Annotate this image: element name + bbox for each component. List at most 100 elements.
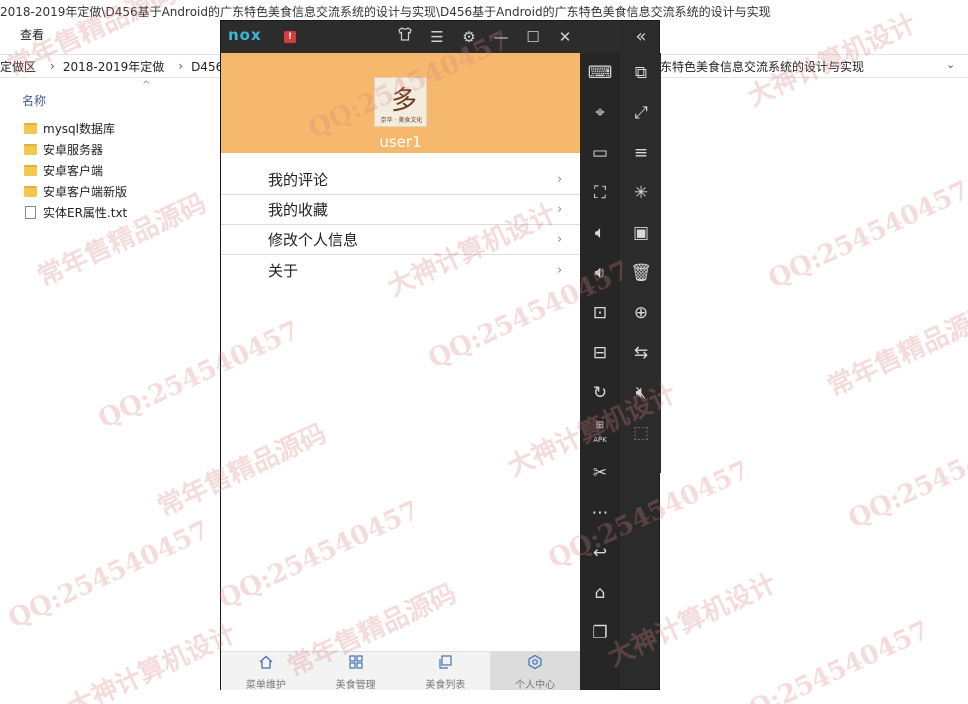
watermark: QQ:254540457 — [723, 615, 934, 704]
gear-icon[interactable]: ⚙ — [457, 25, 481, 49]
list-icon[interactable]: ≡ — [621, 133, 661, 173]
trash-icon[interactable]: 🗑︎ — [621, 253, 661, 293]
minimize-icon[interactable]: — — [489, 25, 513, 49]
multi-window-icon[interactable]: ⧉ — [621, 53, 661, 93]
menu-item-label: 关于 — [268, 261, 299, 280]
text-file-icon — [25, 206, 36, 219]
chevron-right-icon: › — [178, 59, 184, 73]
sort-up-icon: ^ — [142, 80, 151, 91]
watermark: QQ:254540457 — [3, 515, 214, 635]
nav-label: 个人中心 — [515, 680, 556, 690]
watermark: 常年售精品源码 — [823, 298, 968, 403]
menu-item-label: 我的收藏 — [268, 201, 329, 219]
nav-label: 菜单维护 — [245, 680, 286, 690]
chevron-right-icon: › — [50, 59, 55, 73]
nav-tab-food-management[interactable]: 美食管理 — [311, 652, 401, 690]
menu-item-edit-profile[interactable]: 修改个人信息 › — [221, 225, 580, 255]
resize-icon[interactable]: ⤢ — [621, 93, 661, 133]
file-name: 安卓客户端新版 — [43, 185, 128, 199]
emulator-titlebar: nox ! ☰ ⚙ — ☐ ✕ — [221, 21, 621, 53]
emulator-toolbar-secondary: ⧉ ⤢ ≡ ✳ ▣ 🗑︎ ⊕ ⇆ 🔇︎ ⬚ — [621, 53, 661, 473]
close-icon[interactable]: ✕ — [553, 25, 577, 49]
refresh-icon[interactable]: ↻ — [580, 373, 620, 413]
menu-icon[interactable]: ☰ — [425, 25, 449, 49]
menu-item-my-favorites[interactable]: 我的收藏 › — [221, 195, 580, 225]
file-list: mysql数据库 安卓服务器 安卓客户端 安卓客户端新版 实体ER属性.txt — [24, 118, 127, 223]
chevron-right-icon: › — [557, 262, 563, 278]
avatar-caption: 京华 · 美食文化 — [380, 117, 423, 124]
profile-header: 多 京华 · 美食文化 user1 — [221, 53, 580, 153]
chevron-right-icon: › — [557, 232, 563, 247]
profile-menu: 我的评论 › 我的收藏 › 修改个人信息 › 关于 › — [221, 165, 580, 285]
volume-up-icon[interactable]: 🔈︎ — [580, 213, 620, 253]
chevron-right-icon: › — [557, 202, 563, 217]
menu-item-label: 我的评论 — [268, 171, 329, 189]
watermark: QQ:254540457 — [763, 175, 968, 295]
scissors-icon[interactable]: ✂ — [580, 453, 620, 493]
nav-label: 美食列表 — [425, 680, 466, 690]
alert-icon[interactable]: ! — [284, 31, 296, 43]
folder-icon — [24, 186, 37, 197]
nav-label: 美食管理 — [335, 680, 376, 690]
swap-icon[interactable]: ⇆ — [621, 333, 661, 373]
phone-screen: 多 京华 · 美食文化 user1 我的评论 › 我的收藏 › 修改个人信息 ›… — [221, 53, 580, 690]
apk-icon[interactable]: ⊞ APK — [580, 413, 620, 453]
file-name: 安卓服务器 — [43, 143, 104, 157]
folder-icon — [24, 144, 37, 155]
list-item[interactable]: 实体ER属性.txt — [24, 202, 127, 223]
file-name: mysql数据库 — [43, 122, 115, 136]
folder-icon — [24, 165, 37, 176]
loading-icon[interactable]: ✳ — [621, 173, 661, 213]
display-icon[interactable]: ▭ — [580, 133, 620, 173]
nav-tab-menu-maintenance[interactable]: 菜单维护 — [221, 652, 311, 690]
more-icon[interactable]: ⋯ — [580, 493, 620, 533]
explorer-view-menu[interactable]: 查看 — [20, 26, 44, 43]
list-item[interactable]: 安卓客户端 — [24, 160, 127, 181]
home-icon[interactable]: ⌂ — [580, 573, 620, 613]
address-segment-tail[interactable]: 东特色美食信息交流系统的设计与实现 — [660, 58, 864, 75]
logo-glyph: 多 — [391, 86, 418, 116]
watermark: QQ:254540457 — [843, 415, 968, 535]
nav-tab-food-list[interactable]: 美食列表 — [401, 652, 491, 690]
copy-icon — [401, 654, 491, 674]
explorer-title: 2018-2019年定做\D456基于Android的广东特色美食信息交流系统的… — [0, 5, 771, 19]
volume-down-icon[interactable]: 🔉︎ — [580, 253, 620, 293]
list-item[interactable]: mysql数据库 — [24, 118, 127, 139]
shirt-icon[interactable] — [393, 25, 417, 49]
chevron-down-icon[interactable]: ⌄ — [946, 58, 955, 71]
package-icon[interactable]: ⊟ — [580, 333, 620, 373]
screenshot-icon[interactable]: ⊡ — [580, 293, 620, 333]
list-item[interactable]: 安卓服务器 — [24, 139, 127, 160]
bottom-navigation: 菜单维护 美食管理 美食列表 个人中心 — [221, 651, 580, 690]
battery-icon[interactable]: ⊕ — [621, 293, 661, 333]
file-name: 安卓客户端 — [43, 164, 104, 178]
location-icon[interactable]: ⌖ — [580, 93, 620, 133]
column-header-name[interactable]: 名称 — [22, 92, 46, 109]
back-icon[interactable]: ↩ — [580, 533, 620, 573]
person-hexagon-icon — [490, 654, 580, 674]
address-segment[interactable]: 定做区 — [0, 58, 36, 75]
emulator-window: nox ! ☰ ⚙ — ☐ ✕ « 多 京华 · 美食文化 user1 我的评论… — [220, 20, 661, 690]
username: user1 — [379, 133, 422, 151]
keyboard-icon[interactable]: ⌨ — [580, 53, 620, 93]
menu-item-my-comments[interactable]: 我的评论 › — [221, 165, 580, 195]
file-name: 实体ER属性.txt — [43, 206, 128, 220]
address-segment[interactable]: 2018-2019年定做 — [63, 58, 164, 75]
maximize-icon[interactable]: ☐ — [521, 25, 545, 49]
nav-tab-personal-center[interactable]: 个人中心 — [490, 652, 580, 690]
double-chevron-left-icon[interactable]: « — [621, 21, 661, 53]
home-icon — [221, 654, 311, 674]
menu-item-label: 修改个人信息 — [268, 231, 359, 249]
avatar[interactable]: 多 京华 · 美食文化 — [374, 77, 427, 127]
recent-apps-icon[interactable]: ❐ — [580, 613, 620, 653]
nox-logo: nox — [228, 26, 262, 44]
video-icon[interactable]: ▣ — [621, 213, 661, 253]
menu-item-about[interactable]: 关于 › — [221, 255, 580, 285]
watermark: 大神计算机设计 — [63, 618, 241, 704]
grid-icon — [311, 654, 401, 674]
mute-icon[interactable]: 🔇︎ — [621, 373, 661, 413]
fullscreen-icon[interactable]: ⛶ — [580, 173, 620, 213]
folder-icon — [24, 123, 37, 134]
select-icon[interactable]: ⬚ — [621, 413, 661, 453]
list-item[interactable]: 安卓客户端新版 — [24, 181, 127, 202]
